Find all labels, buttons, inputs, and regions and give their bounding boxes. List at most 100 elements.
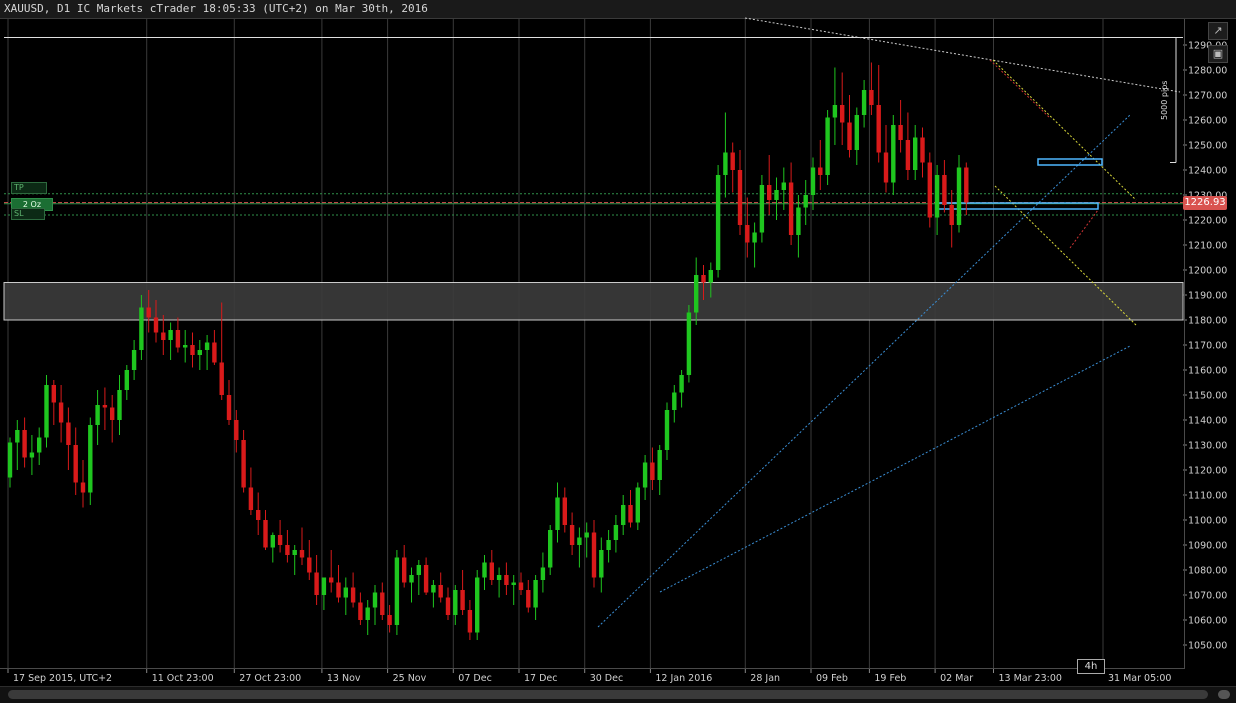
candle-body [613, 525, 619, 540]
candle-body [431, 585, 436, 593]
candle-body [708, 270, 713, 283]
candle-body [467, 610, 473, 633]
time-tick-label: 07 Dec [458, 673, 492, 684]
candle-body [110, 407, 115, 420]
candle-body [22, 430, 27, 458]
candle-body [131, 350, 137, 370]
candle-body [781, 182, 786, 190]
candle-body [256, 510, 261, 520]
candle-body [263, 520, 268, 548]
candle-body [679, 375, 684, 393]
candle-body [277, 535, 283, 545]
candle-body [299, 550, 305, 558]
candle-body [402, 557, 407, 583]
candle-body [934, 175, 940, 218]
candle-body [394, 557, 400, 625]
candle-body [409, 575, 414, 583]
candle-body [752, 232, 757, 243]
candle-body [584, 532, 589, 538]
support-zone-rect [3, 282, 1184, 321]
candle-body [898, 125, 903, 140]
candle-body [657, 450, 662, 480]
candle-body [73, 445, 78, 483]
candle-body [102, 405, 108, 408]
time-tick-label: 19 Feb [874, 673, 906, 684]
pips-measure-label: 5000 pips [1160, 80, 1169, 120]
candle-body [606, 540, 611, 550]
scroll-handle[interactable] [1218, 690, 1230, 699]
take-profit-label[interactable]: TP [11, 182, 47, 194]
time-tick-label: 13 Nov [327, 673, 361, 684]
candle-body [832, 105, 838, 118]
candle-body [847, 122, 852, 150]
candle-body [745, 225, 750, 243]
candle-body [58, 402, 64, 423]
horizontal-scrollbar[interactable] [0, 686, 1236, 703]
current-price-tag: 1226.93 [1183, 195, 1227, 210]
candle-body [241, 440, 246, 488]
candle-body [796, 207, 801, 235]
time-axis [0, 668, 1184, 669]
candle-body [694, 275, 699, 313]
candle-body [460, 590, 465, 610]
candle-body [168, 330, 173, 340]
candle-body [212, 342, 217, 363]
candle-body [949, 205, 954, 225]
candle-body [774, 190, 779, 200]
candle-body [80, 482, 86, 493]
price-axis[interactable] [1184, 19, 1236, 669]
candle-body [88, 425, 93, 493]
candle-body [905, 140, 911, 170]
candle-body [343, 587, 348, 598]
candle-body [423, 565, 429, 593]
timeframe-badge[interactable]: 4h [1077, 659, 1105, 674]
external-link-icon[interactable]: ↗ [1208, 22, 1228, 40]
time-tick-label: 31 Mar 05:00 [1108, 673, 1171, 684]
candle-body [37, 437, 42, 453]
camera-icon[interactable]: ▣ [1208, 45, 1228, 63]
candle-body [730, 152, 735, 170]
candle-body [891, 125, 896, 183]
candle-body [190, 345, 195, 355]
candle-body [840, 105, 845, 123]
candle-body [365, 607, 370, 620]
time-tick-label: 27 Oct 23:00 [239, 673, 301, 684]
candle-body [307, 557, 312, 573]
candle-body [920, 137, 925, 163]
candle-body [146, 307, 151, 318]
candle-body [591, 532, 597, 578]
candle-body [329, 577, 334, 583]
candle-body [927, 162, 932, 218]
candle-body [562, 497, 567, 525]
candle-body [526, 590, 531, 608]
candle-body [635, 487, 640, 523]
trend-line-blue-1 [597, 114, 1131, 628]
scroll-thumb[interactable] [8, 690, 1208, 699]
candle-body [788, 182, 794, 235]
candle-body [51, 385, 56, 403]
candle-body [416, 565, 421, 575]
candle-body [767, 185, 772, 200]
candle-body [358, 602, 363, 620]
candle-body [489, 562, 494, 580]
price-chart[interactable]: 1050.001060.001070.001080.001090.001100.… [0, 0, 1236, 702]
candle-body [314, 572, 319, 595]
candle-body [285, 545, 290, 555]
candle-body [161, 332, 166, 340]
time-tick-label: 17 Dec [524, 673, 558, 684]
candle-body [226, 395, 232, 420]
candle-body [124, 370, 129, 390]
candle-body [44, 385, 49, 438]
candle-body [453, 590, 458, 615]
candle-body [569, 525, 575, 545]
candle-body [219, 362, 224, 395]
candle-body [825, 117, 830, 175]
time-tick-label: 02 Mar [940, 673, 973, 684]
candle-body [292, 550, 297, 555]
candle-body [372, 592, 378, 608]
candle-body [818, 167, 823, 175]
stop-loss-label[interactable]: SL [11, 208, 45, 220]
candle-body [153, 317, 159, 333]
candle-body [942, 175, 947, 205]
candle-body [715, 175, 721, 270]
